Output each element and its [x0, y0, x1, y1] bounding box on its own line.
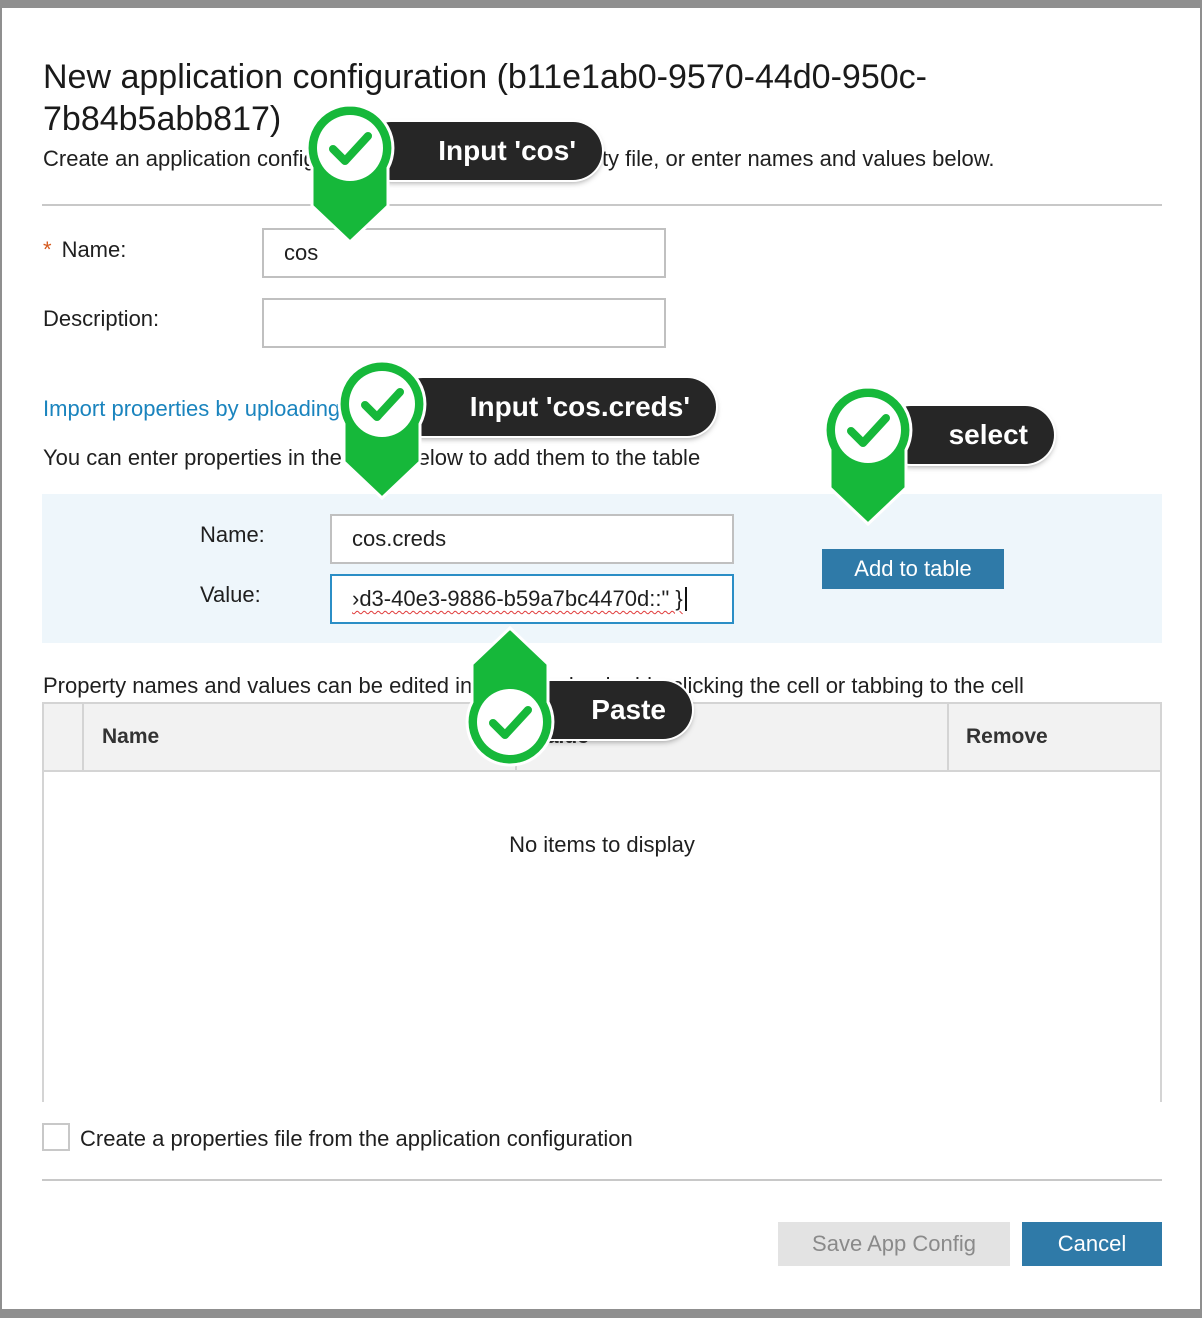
create-properties-file-checkbox[interactable] — [42, 1123, 70, 1151]
check-pin-icon — [336, 358, 428, 508]
name-label-row: * Name: — [43, 237, 126, 263]
required-marker: * — [43, 237, 52, 262]
name-label: Name: — [61, 237, 127, 262]
app-config-dialog: New application configuration (b11e1ab0-… — [2, 8, 1200, 1309]
column-header-name[interactable]: Name — [102, 704, 159, 770]
property-value-text: ›d3-40e3-9886-b59a7bc4470d::" } — [352, 586, 683, 611]
table-empty-message: No items to display — [509, 832, 695, 857]
property-value-input[interactable]: ›d3-40e3-9886-b59a7bc4470d::" } — [330, 574, 734, 624]
column-divider — [947, 704, 949, 770]
create-properties-file-label: Create a properties file from the applic… — [80, 1126, 633, 1151]
annotation-label: Input 'cos.creds' — [394, 378, 716, 436]
property-value-label: Value: — [200, 582, 261, 607]
cancel-button[interactable]: Cancel — [1022, 1222, 1162, 1266]
column-header-remove[interactable]: Remove — [966, 704, 1048, 770]
check-pin-icon — [822, 384, 914, 534]
property-name-input[interactable] — [330, 514, 734, 564]
text-caret — [684, 587, 687, 611]
check-pin-icon — [304, 102, 396, 252]
property-entry-panel: Name: Value: ›d3-40e3-9886-b59a7bc4470d:… — [42, 494, 1162, 643]
save-app-config-button[interactable]: Save App Config — [778, 1222, 1010, 1266]
column-divider — [82, 704, 84, 770]
description-input[interactable] — [262, 298, 666, 348]
add-to-table-button[interactable]: Add to table — [822, 549, 1004, 589]
property-name-label: Name: — [200, 522, 265, 547]
divider-top — [42, 204, 1162, 206]
properties-table: Name Value Remove No items to display — [42, 702, 1162, 1102]
description-label: Description: — [43, 306, 160, 331]
divider-bottom — [42, 1179, 1162, 1181]
annotation-label: Input 'cos' — [362, 122, 602, 180]
check-pin-icon — [464, 618, 556, 768]
